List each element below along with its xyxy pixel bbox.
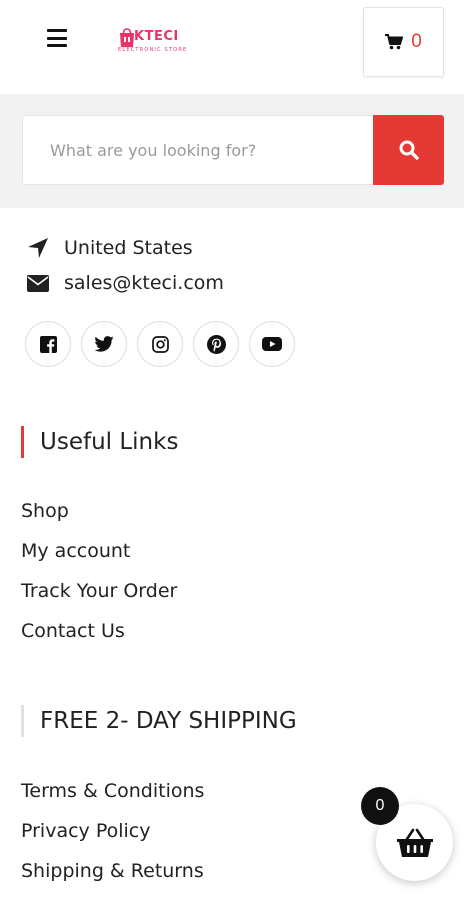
header: KTECI ELECTRONIC STORE 0 [0,0,464,94]
logo-subtitle: ELECTRONIC STORE [118,47,188,53]
twitter-icon[interactable] [81,321,127,367]
cart-count: 0 [411,31,422,52]
contact-location: United States [26,236,193,260]
useful-links-heading: Useful Links [21,426,178,458]
logo[interactable]: KTECI ELECTRONIC STORE [118,24,218,58]
link-track-order[interactable]: Track Your Order [21,571,177,611]
search-icon [399,140,419,160]
link-privacy[interactable]: Privacy Policy [21,811,204,851]
location-arrow-icon [26,236,50,260]
logo-text: KTECI [134,29,179,44]
link-shop[interactable]: Shop [21,491,177,531]
search-input[interactable] [22,115,374,185]
link-shipping-returns[interactable]: Shipping & Returns [21,851,204,891]
shopping-cart-icon [385,34,404,50]
hamburger-icon[interactable] [44,26,70,50]
email-link[interactable]: sales@kteci.com [64,272,224,294]
link-my-account[interactable]: My account [21,531,177,571]
contact-email: sales@kteci.com [26,271,224,295]
pinterest-icon[interactable] [193,321,239,367]
useful-links-list: Shop My account Track Your Order Contact… [21,491,177,651]
floating-cart-count: 0 [361,787,399,825]
cart-button[interactable]: 0 [363,7,444,77]
link-contact-us[interactable]: Contact Us [21,611,177,651]
policy-links-list: Terms & Conditions Privacy Policy Shippi… [21,771,204,891]
social-links [25,321,295,367]
location-text: United States [64,237,193,259]
shipping-heading: FREE 2- DAY SHIPPING [21,705,297,737]
envelope-icon [26,271,50,295]
search-bar [0,94,464,208]
search-button[interactable] [373,115,444,185]
link-terms[interactable]: Terms & Conditions [21,771,204,811]
youtube-icon[interactable] [249,321,295,367]
facebook-icon[interactable] [25,321,71,367]
instagram-icon[interactable] [137,321,183,367]
basket-icon [396,828,433,857]
